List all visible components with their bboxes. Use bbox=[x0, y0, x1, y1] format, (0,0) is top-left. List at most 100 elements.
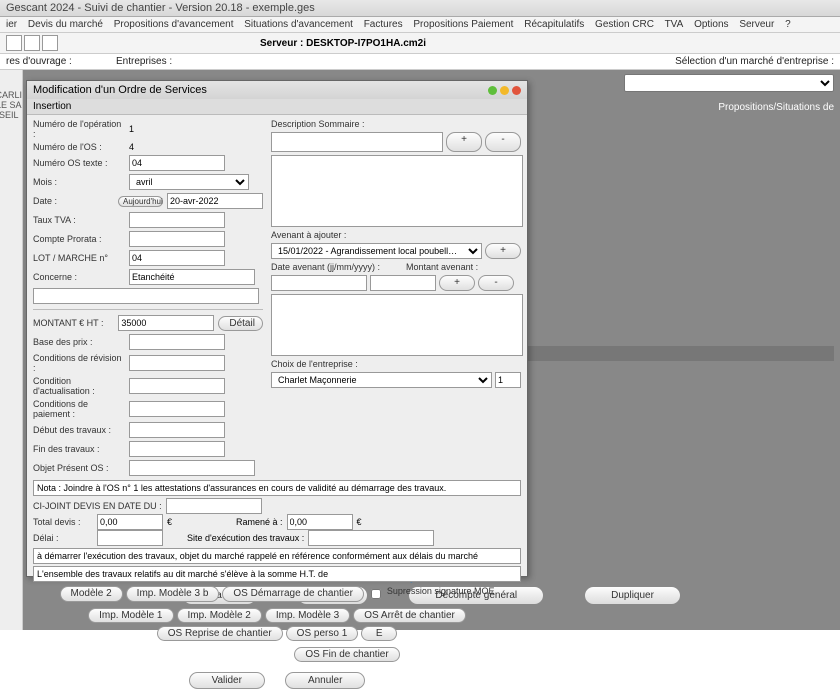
supp-checkbox[interactable] bbox=[371, 589, 381, 599]
toolbar-icon[interactable] bbox=[6, 35, 22, 51]
total-input[interactable] bbox=[97, 514, 163, 530]
label: Date : bbox=[33, 196, 114, 206]
value: 4 bbox=[129, 142, 134, 152]
menu-item[interactable]: Récapitulatifs bbox=[524, 19, 584, 30]
desc-input[interactable] bbox=[271, 132, 443, 152]
label: MONTANT € HT : bbox=[33, 318, 114, 328]
toolbar-icon[interactable] bbox=[24, 35, 40, 51]
header-entreprises: Entreprises : bbox=[116, 56, 416, 67]
date-avenant-input[interactable] bbox=[271, 275, 367, 291]
menu-item[interactable]: Factures bbox=[364, 19, 403, 30]
desc-area[interactable] bbox=[271, 155, 523, 227]
label: Taux TVA : bbox=[33, 215, 125, 225]
e-button[interactable]: E bbox=[361, 626, 397, 641]
tva-input[interactable] bbox=[129, 212, 225, 228]
label: Compte Prorata : bbox=[33, 234, 125, 244]
date-input[interactable] bbox=[167, 193, 263, 209]
os-perso-button[interactable]: OS perso 1 bbox=[286, 626, 359, 641]
modal-subtitle: Insertion bbox=[27, 99, 527, 115]
plus-button[interactable]: + bbox=[446, 132, 482, 152]
lot-input[interactable] bbox=[129, 250, 225, 266]
cond-rev-input[interactable] bbox=[129, 355, 225, 371]
concerne-input[interactable] bbox=[129, 269, 255, 285]
label: Début des travaux : bbox=[33, 425, 125, 435]
site-input[interactable] bbox=[308, 530, 434, 546]
montant-input[interactable] bbox=[118, 315, 214, 331]
menu-item[interactable]: Serveur bbox=[739, 19, 774, 30]
entreprise-num[interactable] bbox=[495, 372, 521, 388]
os-arret-button[interactable]: OS Arrêt de chantier bbox=[353, 608, 466, 623]
menu-item[interactable]: ier bbox=[6, 19, 17, 30]
imp-modele3b-button[interactable]: Imp. Modèle 3 b bbox=[126, 586, 220, 602]
marche-select[interactable] bbox=[624, 74, 834, 92]
demarrer-text: à démarrer l'exécution des travaux, obje… bbox=[33, 548, 521, 564]
entreprise-select[interactable]: Charlet Maçonnerie bbox=[271, 372, 492, 388]
close-icon[interactable] bbox=[512, 86, 521, 95]
menu-item[interactable]: Situations d'avancement bbox=[244, 19, 353, 30]
menu-item[interactable]: Gestion CRC bbox=[595, 19, 654, 30]
annuler-button[interactable]: Annuler bbox=[285, 672, 365, 689]
imp-modele3-button[interactable]: Imp. Modèle 3 bbox=[265, 608, 350, 623]
plus-button[interactable]: + bbox=[485, 243, 521, 259]
avenant-area[interactable] bbox=[271, 294, 523, 356]
modele2-button[interactable]: Modèle 2 bbox=[60, 586, 123, 602]
menu-item[interactable]: Propositions d'avancement bbox=[114, 19, 234, 30]
detail-button[interactable]: Détail bbox=[218, 316, 263, 331]
base-input[interactable] bbox=[129, 334, 225, 350]
mois-select[interactable]: avril bbox=[129, 174, 249, 190]
minus-button[interactable]: - bbox=[485, 132, 521, 152]
maximize-icon[interactable] bbox=[500, 86, 509, 95]
montant-avenant-input[interactable] bbox=[370, 275, 436, 291]
menu-item[interactable]: Devis du marché bbox=[28, 19, 103, 30]
value: 1 bbox=[129, 124, 134, 134]
imp-modele2-button[interactable]: Imp. Modèle 2 bbox=[177, 608, 262, 623]
label: Base des prix : bbox=[33, 337, 125, 347]
menubar: ier Devis du marché Propositions d'avanc… bbox=[0, 17, 840, 33]
imp-modele1-button[interactable]: Imp. Modèle 1 bbox=[88, 608, 173, 623]
window-title: Gescant 2024 - Suivi de chantier - Versi… bbox=[0, 0, 840, 17]
cond-act-input[interactable] bbox=[129, 378, 225, 394]
delai-input[interactable] bbox=[97, 530, 163, 546]
ramene-input[interactable] bbox=[287, 514, 353, 530]
label: Supression signature MOE bbox=[387, 586, 495, 602]
objet-input[interactable] bbox=[129, 460, 255, 476]
menu-item[interactable]: Propositions Paiement bbox=[413, 19, 513, 30]
valider-button[interactable]: Valider bbox=[189, 672, 265, 689]
concerne-extra-input[interactable] bbox=[33, 288, 259, 304]
label: LOT / MARCHE n° bbox=[33, 253, 125, 263]
avenant-select[interactable]: 15/01/2022 - Agrandissement local poubel… bbox=[271, 243, 482, 259]
fin-input[interactable] bbox=[129, 441, 225, 457]
minimize-icon[interactable] bbox=[488, 86, 497, 95]
cond-pai-input[interactable] bbox=[129, 401, 225, 417]
menu-item[interactable]: Options bbox=[694, 19, 728, 30]
aujourdhui-button[interactable]: Aujourd'hui bbox=[118, 196, 163, 207]
ensemble-text: L'ensemble des travaux relatifs au dit m… bbox=[33, 566, 521, 582]
toolbar-icon[interactable] bbox=[42, 35, 58, 51]
header-ouvrage: res d'ouvrage : bbox=[6, 56, 116, 67]
cijoint-input[interactable] bbox=[166, 498, 262, 514]
menu-item[interactable]: ? bbox=[785, 19, 791, 30]
avenant-label: Avenant à ajouter : bbox=[271, 230, 521, 240]
debut-input[interactable] bbox=[129, 422, 225, 438]
os-reprise-button[interactable]: OS Reprise de chantier bbox=[157, 626, 283, 641]
os-fin-button[interactable]: OS Fin de chantier bbox=[294, 647, 399, 662]
label: Mois : bbox=[33, 177, 125, 187]
os-texte-input[interactable] bbox=[129, 155, 225, 171]
modal-os: Modification d'un Ordre de Services Inse… bbox=[26, 80, 528, 577]
minus-button[interactable]: - bbox=[478, 275, 514, 291]
os-demarrage-button[interactable]: OS Démarrage de chantier bbox=[222, 586, 364, 602]
label: Objet Présent OS : bbox=[33, 463, 125, 473]
label: Date avenant (jj/mm/yyyy) : bbox=[271, 262, 380, 272]
label: Ramené à : bbox=[236, 517, 283, 527]
label: Condition d'actualisation : bbox=[33, 376, 125, 396]
server-label: Serveur : DESKTOP-I7PO1HA.cm2i bbox=[260, 38, 426, 49]
label: Total devis : bbox=[33, 517, 93, 527]
menu-item[interactable]: TVA bbox=[665, 19, 684, 30]
left-strip: CARLI LE SA SEIL rise d' RLET A CH bbox=[0, 70, 23, 630]
compte-input[interactable] bbox=[129, 231, 225, 247]
plus-button[interactable]: + bbox=[439, 275, 475, 291]
dupliquer-button[interactable]: Dupliquer bbox=[584, 586, 681, 605]
toolbar: Serveur : DESKTOP-I7PO1HA.cm2i bbox=[0, 33, 840, 54]
label: Numéro OS texte : bbox=[33, 158, 125, 168]
label: Fin des travaux : bbox=[33, 444, 125, 454]
